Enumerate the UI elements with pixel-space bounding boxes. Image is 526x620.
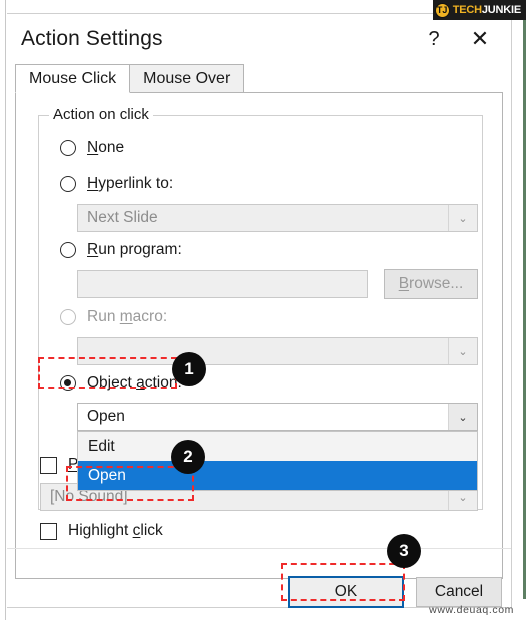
radio-row-hyperlink[interactable]: Hyperlink to: <box>60 175 173 193</box>
object-action-combo[interactable]: Open ⌄ <box>77 403 478 431</box>
radio-none-accel: N <box>87 139 99 156</box>
dropdown-item-open-label: Open <box>88 466 126 484</box>
site-watermark: www.deuaq.com <box>429 604 514 616</box>
radio-row-object-action[interactable]: Object action: <box>60 374 182 392</box>
checkbox-play-sound[interactable] <box>40 456 57 474</box>
brand-name-tech: TECH <box>452 4 482 16</box>
checkbox-highlight-click[interactable] <box>40 522 57 540</box>
radio-row-run-program[interactable]: Run program: <box>60 241 182 259</box>
radio-object-action-prefix: Object <box>87 374 137 391</box>
browse-button[interactable]: Browse... <box>384 269 478 299</box>
brand-name-junkie: JUNKIE <box>481 4 521 16</box>
annotation-bubble-3: 3 <box>387 534 421 568</box>
radio-none-label: None <box>87 139 124 157</box>
radio-none[interactable] <box>60 140 76 156</box>
ok-button[interactable]: OK <box>288 576 404 608</box>
radio-run-macro-label: Run macro: <box>87 308 167 326</box>
tab-mouse-click[interactable]: Mouse Click <box>15 64 131 93</box>
hyperlink-combo-value: Next Slide <box>87 209 158 226</box>
screenshot-root: TJ TECH JUNKIE Action Settings ? ✕ Mouse… <box>0 0 526 620</box>
radio-run-program-rest: un program: <box>98 241 182 258</box>
highlight-click-rest: lick <box>140 522 163 539</box>
tabstrip: Mouse Click Mouse Over <box>15 64 503 93</box>
radio-none-rest: one <box>98 139 125 156</box>
techjunkie-logo: TJ TECH JUNKIE <box>432 0 526 20</box>
radio-run-macro-accel: m <box>119 308 133 325</box>
tab-mouse-over-label: Mouse Over <box>143 69 231 87</box>
radio-run-program[interactable] <box>60 242 76 258</box>
highlight-click-prefix: Highlight <box>68 522 133 539</box>
tab-panel-mouse-click: Action on click None Hyperlink to: Next … <box>15 92 503 579</box>
chevron-down-icon[interactable]: ⌄ <box>448 404 477 430</box>
radio-hyperlink[interactable] <box>60 176 76 192</box>
run-macro-combo[interactable]: ⌄ <box>77 337 478 365</box>
help-icon[interactable]: ? <box>411 17 457 61</box>
footer-separator <box>7 548 511 549</box>
object-action-combo-value: Open <box>87 408 125 425</box>
cancel-button[interactable]: Cancel <box>416 577 502 607</box>
page-edge-left <box>0 0 6 620</box>
hyperlink-combo[interactable]: Next Slide ⌄ <box>77 204 478 232</box>
radio-row-none[interactable]: None <box>60 139 124 157</box>
radio-run-macro-prefix: Run <box>87 308 120 325</box>
radio-run-macro[interactable] <box>60 309 76 325</box>
checkbox-highlight-click-label: Highlight click <box>68 522 163 540</box>
tab-mouse-click-label: Mouse Click <box>29 69 117 87</box>
radio-hyperlink-label: Hyperlink to: <box>87 175 173 193</box>
cancel-button-label: Cancel <box>434 583 484 600</box>
browse-button-accel: B <box>398 275 410 292</box>
chevron-down-icon[interactable]: ⌄ <box>448 338 477 364</box>
annotation-bubble-1: 1 <box>172 352 206 386</box>
dropdown-item-edit-label: Edit <box>88 437 115 455</box>
radio-object-action-accel: a <box>136 374 145 391</box>
action-settings-dialog: Action Settings ? ✕ Mouse Click Mouse Ov… <box>7 13 512 608</box>
radio-object-action[interactable] <box>60 375 76 391</box>
techjunkie-mark-icon: TJ <box>434 2 450 18</box>
radio-run-program-label: Run program: <box>87 241 182 259</box>
annotation-bubble-2: 2 <box>171 440 205 474</box>
radio-hyperlink-accel: H <box>87 175 99 192</box>
chevron-down-icon[interactable]: ⌄ <box>448 205 477 231</box>
dialog-title: Action Settings <box>21 27 163 50</box>
radio-row-run-macro[interactable]: Run macro: <box>60 308 167 326</box>
ok-button-label: OK <box>334 583 358 600</box>
radio-run-program-accel: R <box>87 241 99 258</box>
checkbox-row-highlight-click[interactable]: Highlight click <box>40 522 163 540</box>
group-legend: Action on click <box>49 106 153 123</box>
dropdown-item-open[interactable]: Open <box>78 461 477 490</box>
radio-run-macro-rest: acro: <box>132 308 168 325</box>
titlebar-buttons: ? ✕ <box>411 14 503 64</box>
run-program-input[interactable] <box>77 270 368 298</box>
dialog-titlebar: Action Settings ? ✕ <box>7 14 511 64</box>
radio-object-action-label: Object action: <box>87 374 182 392</box>
object-action-dropdown-list[interactable]: Edit Open <box>77 431 478 491</box>
close-icon[interactable]: ✕ <box>457 17 503 61</box>
tab-mouse-over[interactable]: Mouse Over <box>129 64 245 93</box>
dropdown-item-edit[interactable]: Edit <box>78 432 477 461</box>
browse-button-rest: rowse... <box>409 275 464 292</box>
radio-hyperlink-rest: yperlink to: <box>98 175 174 192</box>
